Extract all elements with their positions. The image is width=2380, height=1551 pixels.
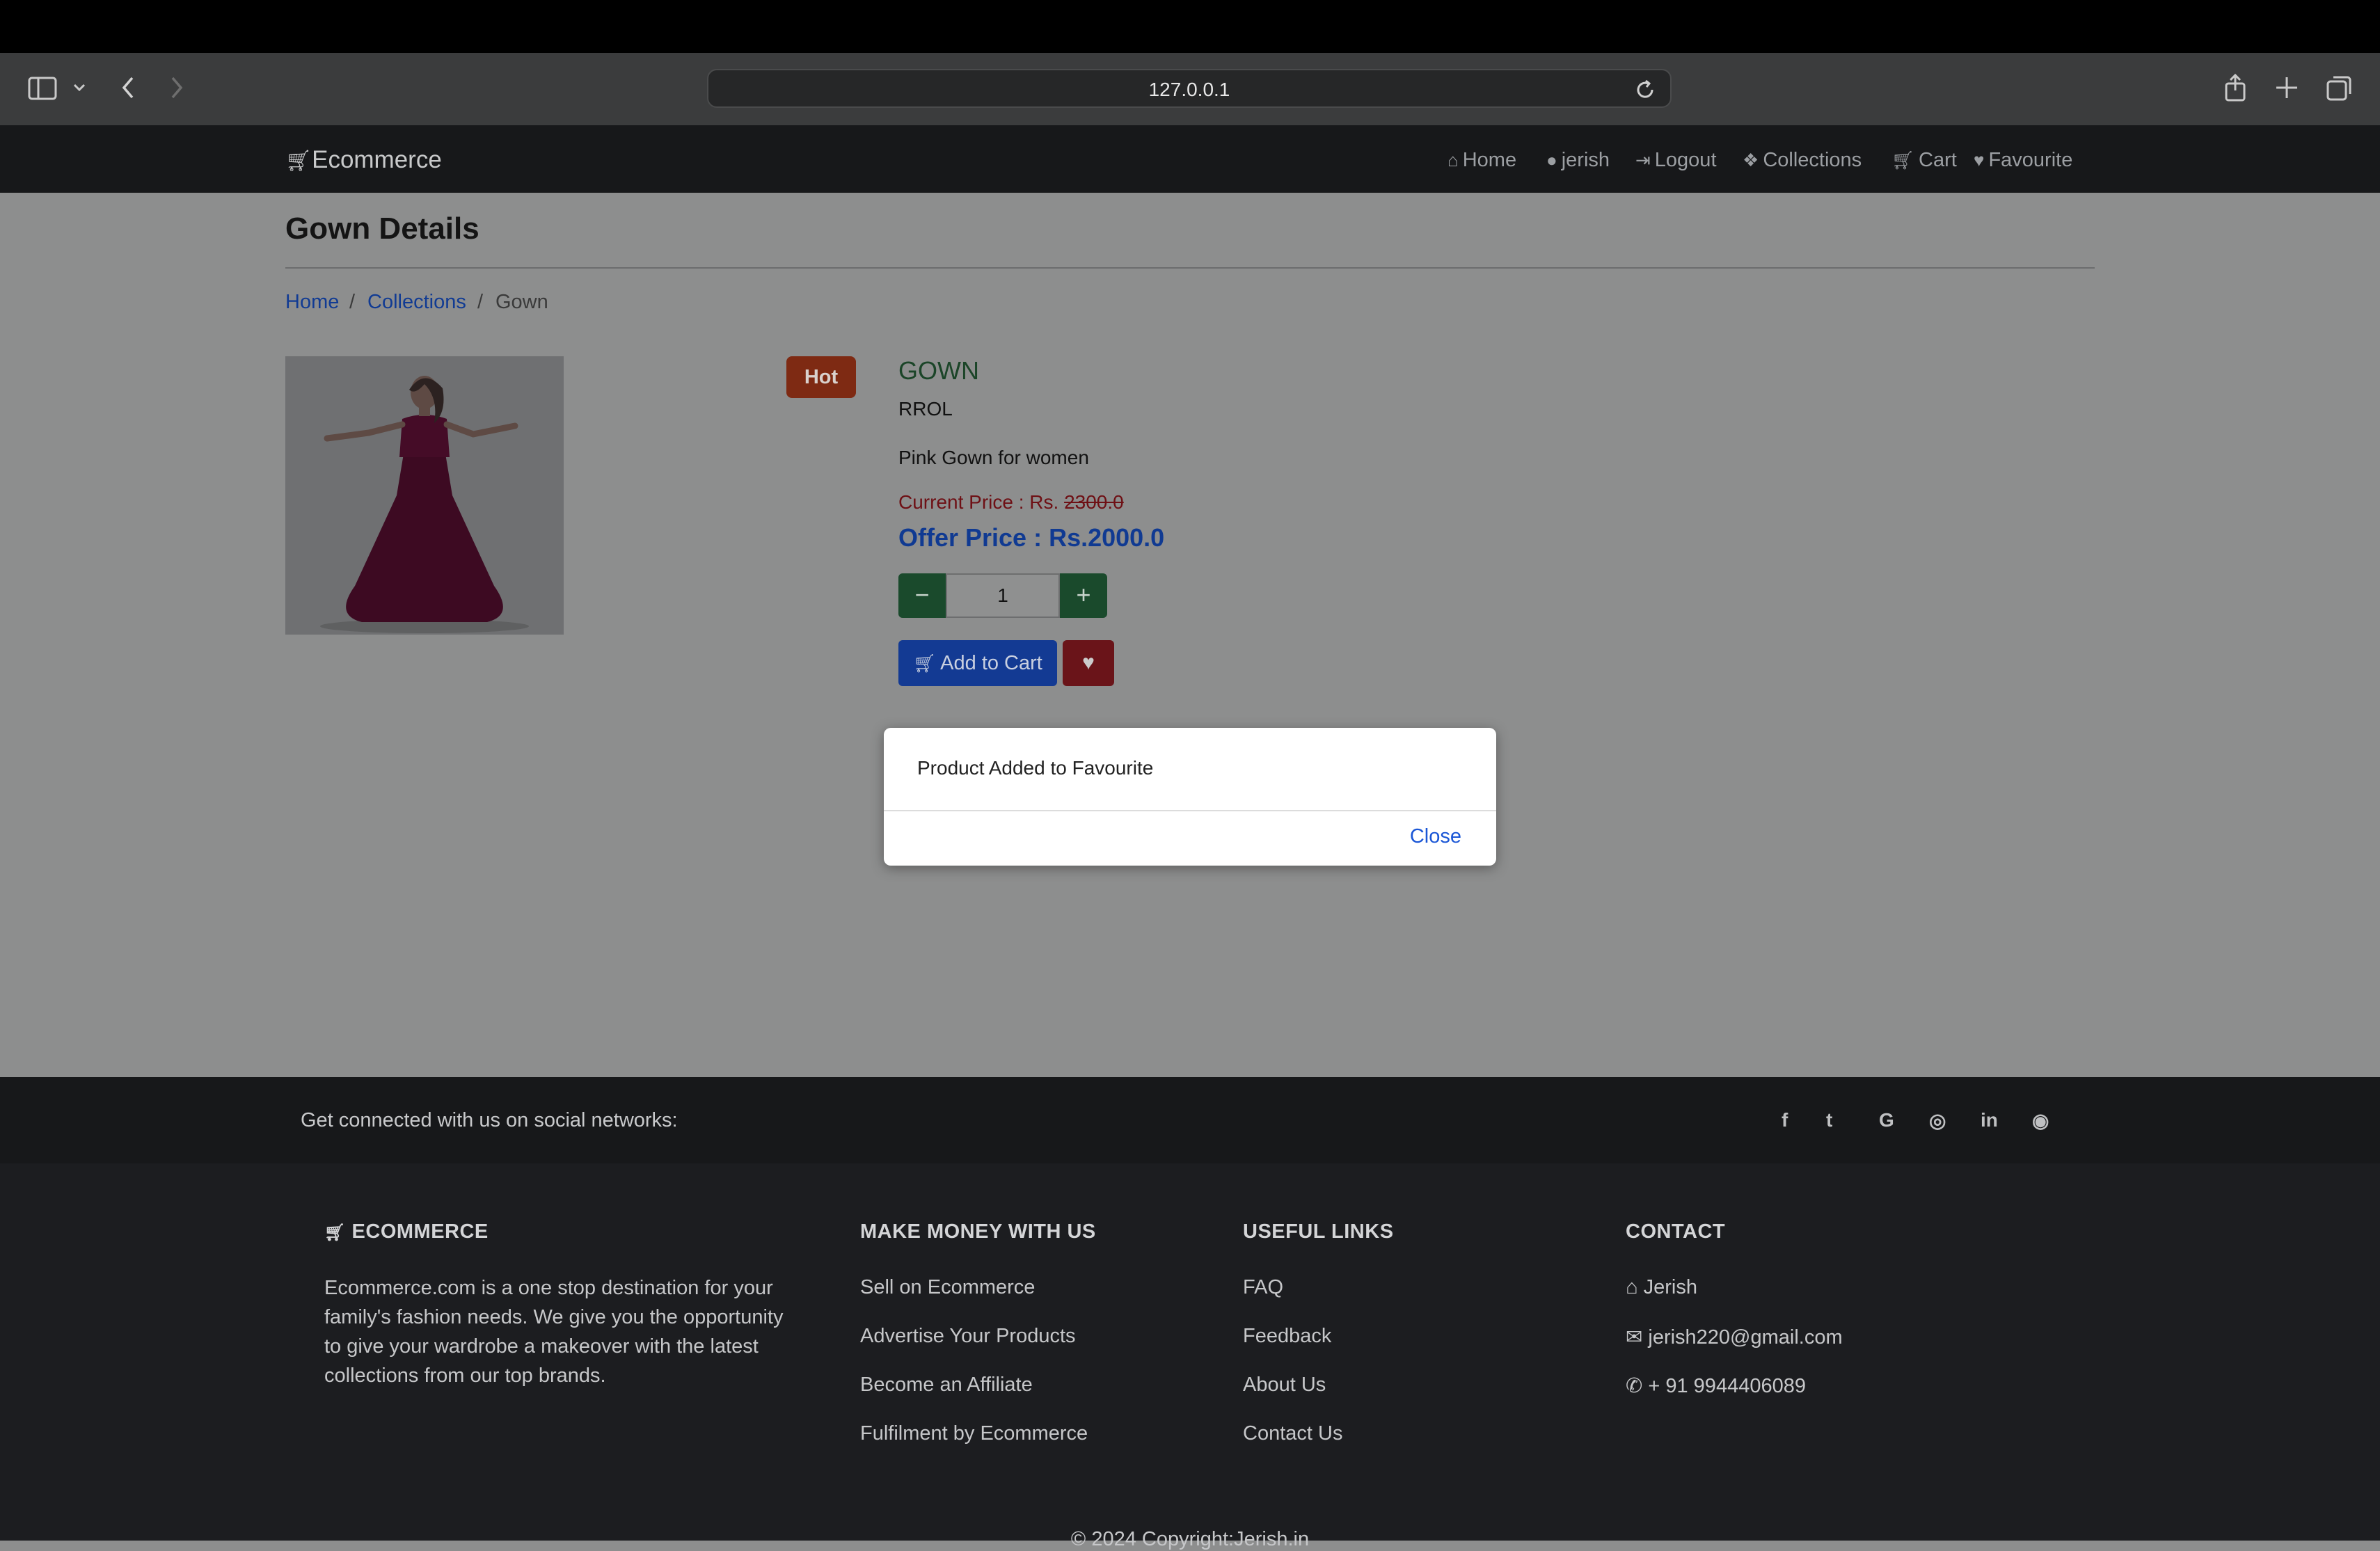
nav-cart[interactable]: 🛒︎ Cart — [1891, 149, 1957, 172]
hot-badge: Hot — [786, 356, 856, 398]
product-brand: RROL — [898, 398, 953, 420]
google-icon[interactable]: G — [1879, 1109, 1894, 1131]
copyright: © 2024 Copyright:Jerish.in — [1070, 1528, 1310, 1550]
product-name: GOWN — [898, 356, 979, 385]
title-divider — [285, 267, 2095, 269]
footer-link[interactable]: FAQ — [1243, 1276, 1283, 1299]
cubes-icon: ❖ — [1743, 150, 1759, 170]
nav-home-label: Home — [1462, 149, 1517, 171]
linkedin-icon[interactable]: in — [1981, 1109, 1998, 1131]
current-price-value: 2300.0 — [1064, 491, 1124, 513]
brand-name: Ecommerce — [312, 146, 442, 173]
offer-price: Offer Price : Rs.2000.0 — [898, 523, 1165, 552]
logout-icon: ⇥ — [1635, 150, 1651, 170]
favourite-modal: Product Added to Favourite Close — [884, 728, 1496, 866]
tabs-overview-icon[interactable] — [2326, 74, 2354, 102]
envelope-icon: ✉ — [1626, 1326, 1643, 1349]
home-icon: ⌂ — [1447, 150, 1459, 170]
contact-name: ⌂ Jerish — [1626, 1276, 1697, 1299]
footer-link[interactable]: Advertise Your Products — [860, 1325, 1076, 1348]
nav-logout-label: Logout — [1654, 149, 1717, 171]
nav-collections[interactable]: ❖ Collections — [1743, 149, 1862, 172]
contact-phone: ✆ + 91 9944406089 — [1626, 1374, 1806, 1398]
nav-favourite-label: Favourite — [1988, 149, 2073, 171]
quantity-decrement-button[interactable]: − — [898, 573, 946, 618]
footer-brand-heading: 🛒︎ ECOMMERCE — [324, 1220, 489, 1243]
breadcrumb-collections[interactable]: Collections — [367, 291, 466, 314]
current-price: Current Price : Rs. 2300.0 — [898, 491, 1124, 514]
cart-icon: 🛒︎ — [1891, 150, 1915, 170]
add-to-cart-button[interactable]: 🛒︎ Add to Cart — [898, 640, 1057, 686]
nav-cart-label: Cart — [1919, 149, 1957, 171]
heart-icon: ♥ — [1974, 150, 1985, 170]
contact-email: ✉ jerish220@gmail.com — [1626, 1325, 1843, 1349]
breadcrumb-separator: / — [349, 291, 356, 313]
home-icon: ⌂ — [1626, 1276, 1638, 1298]
page-title: Gown Details — [285, 212, 479, 246]
product-image — [285, 356, 564, 635]
facebook-icon[interactable]: f — [1782, 1109, 1788, 1131]
new-tab-icon[interactable] — [2274, 75, 2299, 100]
breadcrumb-current: Gown — [495, 291, 548, 313]
brand-logo[interactable]: 🛒︎Ecommerce — [285, 146, 442, 174]
footer-money-heading: MAKE MONEY WITH US — [860, 1220, 1096, 1243]
footer-useful-heading: USEFUL LINKS — [1243, 1220, 1394, 1243]
footer-brand-heading-text: ECOMMERCE — [351, 1220, 489, 1243]
footer-contact-heading: CONTACT — [1626, 1220, 1726, 1243]
github-icon[interactable]: ◉ — [2032, 1109, 2049, 1132]
add-to-favourite-button[interactable]: ♥ — [1063, 640, 1114, 686]
nav-favourite[interactable]: ♥ Favourite — [1974, 149, 2072, 172]
cart-icon: 🛒︎ — [913, 653, 937, 674]
cart-icon: 🛒︎ — [285, 150, 312, 173]
chevron-down-icon[interactable] — [72, 82, 86, 93]
modal-message: Product Added to Favourite — [917, 757, 1154, 779]
phone-icon: ✆ — [1626, 1375, 1643, 1397]
share-icon[interactable] — [2223, 74, 2248, 102]
forward-icon[interactable] — [168, 75, 185, 100]
footer-link[interactable]: Sell on Ecommerce — [860, 1276, 1035, 1299]
contact-email-text: jerish220@gmail.com — [1648, 1326, 1843, 1349]
twitter-icon[interactable]: t — [1826, 1109, 1832, 1131]
nav-logout[interactable]: ⇥ Logout — [1635, 149, 1717, 172]
modal-divider — [884, 810, 1496, 811]
contact-phone-text: + 91 9944406089 — [1648, 1375, 1806, 1397]
footer-link[interactable]: About Us — [1243, 1374, 1326, 1397]
nav-collections-label: Collections — [1763, 149, 1862, 171]
cart-icon: 🛒︎ — [324, 1223, 346, 1242]
social-text: Get connected with us on social networks… — [301, 1109, 678, 1131]
os-top-bar — [0, 0, 2380, 53]
reload-icon[interactable] — [1634, 79, 1656, 101]
back-icon[interactable] — [120, 75, 136, 100]
breadcrumb-home[interactable]: Home — [285, 291, 339, 314]
footer-link[interactable]: Feedback — [1243, 1325, 1331, 1348]
address-bar[interactable]: 127.0.0.1 — [707, 69, 1672, 108]
footer-link[interactable]: Contact Us — [1243, 1422, 1342, 1445]
footer-link[interactable]: Fulfilment by Ecommerce — [860, 1422, 1088, 1445]
user-icon: ● — [1546, 150, 1557, 170]
breadcrumb-separator: / — [477, 291, 484, 313]
quantity-input[interactable]: 1 — [946, 573, 1060, 618]
footer-link[interactable]: Become an Affiliate — [860, 1374, 1033, 1397]
contact-name-text: Jerish — [1643, 1276, 1697, 1298]
product-description: Pink Gown for women — [898, 447, 1089, 468]
modal-close-button[interactable]: Close — [1410, 825, 1461, 848]
sidebar-icon[interactable] — [28, 77, 57, 100]
heart-icon: ♥ — [1082, 651, 1095, 674]
add-to-cart-label: Add to Cart — [940, 652, 1042, 674]
nav-user-label: jerish — [1561, 149, 1610, 171]
footer-about-text: Ecommerce.com is a one stop destination … — [324, 1277, 784, 1387]
nav-user[interactable]: ● jerish — [1546, 149, 1610, 172]
instagram-icon[interactable]: ◎ — [1929, 1109, 1946, 1132]
url-text: 127.0.0.1 — [1148, 79, 1230, 100]
nav-home[interactable]: ⌂ Home — [1447, 149, 1516, 172]
quantity-increment-button[interactable]: + — [1060, 573, 1107, 618]
current-price-label: Current Price : Rs. — [898, 491, 1059, 513]
